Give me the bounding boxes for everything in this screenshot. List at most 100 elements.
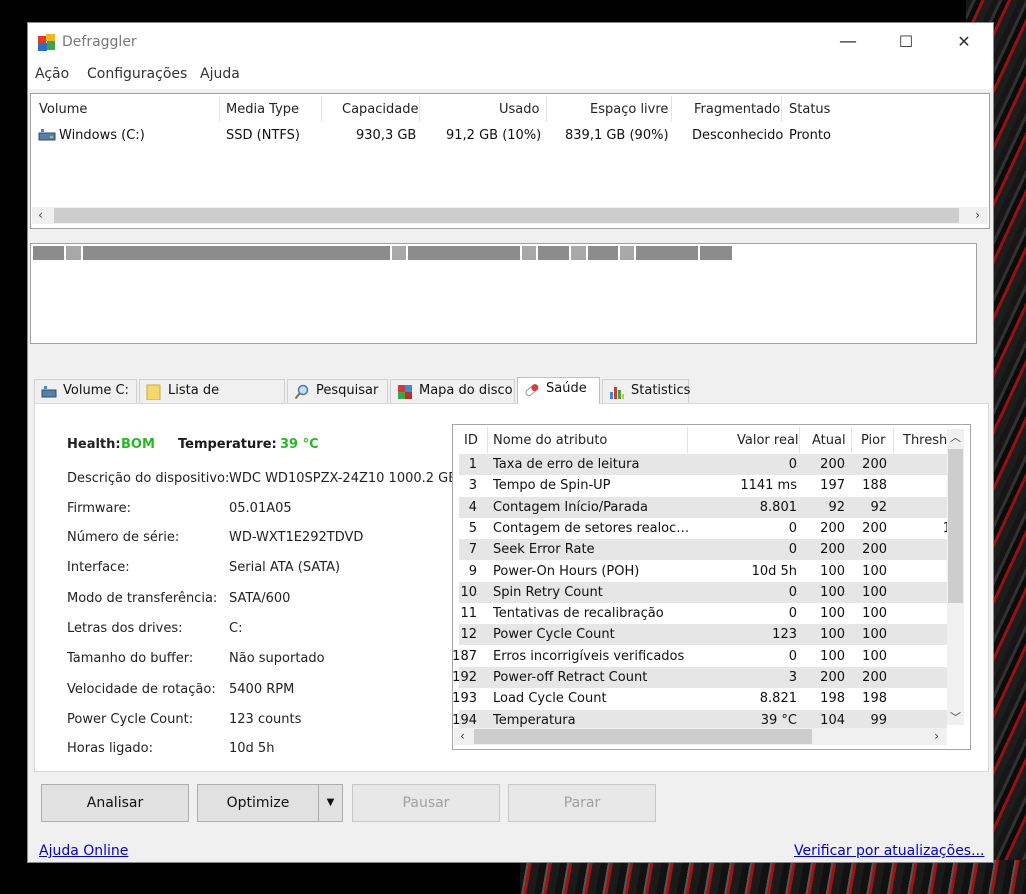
smart-row[interactable]: 1 Taxa de erro de leitura 0 200 200 bbox=[459, 454, 947, 475]
smart-id: 192 bbox=[452, 670, 477, 685]
scroll-up-icon[interactable]: ︿ bbox=[947, 429, 964, 445]
smart-id: 9 bbox=[468, 563, 477, 579]
check-updates-link[interactable]: Verificar por atualizações... bbox=[794, 843, 984, 859]
smart-raw-value: 0 bbox=[788, 520, 797, 536]
smart-id: 11 bbox=[460, 606, 477, 622]
field-label: Firmware: bbox=[67, 501, 131, 516]
field-label: Letras dos drives: bbox=[67, 621, 183, 636]
smart-raw-value: 123 bbox=[772, 627, 797, 643]
smart-id: 194 bbox=[452, 712, 477, 728]
smart-current: 200 bbox=[820, 457, 845, 472]
smart-attribute-name: Power Cycle Count bbox=[493, 627, 615, 643]
magnifier-icon bbox=[294, 384, 309, 400]
smart-raw-value: 8.801 bbox=[759, 499, 797, 515]
smart-row[interactable]: 187 Erros incorrigíveis verificados 0 100 10… bbox=[453, 646, 947, 667]
scroll-left-icon[interactable]: ‹ bbox=[454, 728, 471, 745]
drives-list: Volume Media Type Capacidade Usado Espaç… bbox=[30, 93, 990, 229]
smart-id: 5 bbox=[468, 520, 477, 536]
menu-ajuda[interactable]: Ajuda bbox=[200, 66, 240, 82]
col-attribute-name[interactable]: Nome do atributo bbox=[493, 433, 607, 448]
scrollbar-thumb[interactable] bbox=[948, 449, 963, 603]
smart-attribute-name: Contagem de setores realoc… bbox=[493, 520, 690, 536]
smart-row[interactable]: 193 Load Cycle Count 8.821 198 198 bbox=[453, 688, 947, 709]
stop-button[interactable]: Parar bbox=[508, 784, 656, 822]
smart-raw-value: 3 bbox=[788, 670, 797, 685]
scroll-down-icon[interactable]: ﹀ bbox=[947, 709, 964, 725]
pause-button[interactable]: Pausar bbox=[352, 784, 500, 822]
smart-id: 10 bbox=[460, 584, 477, 600]
drive-status: Pronto bbox=[789, 128, 831, 143]
col-raw-value[interactable]: Valor real bbox=[737, 433, 799, 448]
smart-current: 104 bbox=[820, 712, 845, 728]
field-label: Horas ligado: bbox=[67, 741, 153, 756]
rotation-speed-value: 5400 RPM bbox=[229, 682, 295, 697]
smart-raw-value: 0 bbox=[788, 606, 797, 622]
smart-worst: 100 bbox=[862, 563, 887, 579]
close-button[interactable]: ✕ bbox=[935, 23, 993, 61]
analyze-button[interactable]: Analisar bbox=[41, 784, 189, 822]
smart-row[interactable]: 12 Power Cycle Count 123 100 100 bbox=[459, 624, 947, 646]
menu-acao[interactable]: Ação bbox=[35, 66, 69, 82]
tab-disk-map[interactable]: Mapa do disco bbox=[390, 379, 515, 403]
smart-row[interactable]: 10 Spin Retry Count 0 100 100 bbox=[459, 581, 947, 603]
smart-row[interactable]: 5 Contagem de setores realoc… 0 200 200 1 bbox=[459, 518, 951, 539]
smart-vertical-scrollbar[interactable]: ︿ ﹀ bbox=[947, 429, 964, 725]
tab-file-list[interactable]: Lista de arquivo(s) bbox=[139, 379, 285, 420]
smart-id: 1 bbox=[468, 457, 477, 472]
smart-raw-value: 0 bbox=[788, 457, 797, 472]
smart-row[interactable]: 4 Contagem Início/Parada 8.801 92 92 bbox=[459, 496, 947, 518]
field-label: Número de série: bbox=[67, 530, 180, 545]
tab-health[interactable]: Saúde bbox=[517, 377, 600, 404]
field-label: Power Cycle Count: bbox=[67, 712, 194, 727]
device-description: WDC WD10SPZX-24Z10 1000.2 GB bbox=[229, 471, 458, 486]
minimize-button[interactable]: — bbox=[819, 23, 877, 61]
scroll-left-icon[interactable]: ‹ bbox=[32, 207, 49, 224]
smart-current: 198 bbox=[820, 691, 845, 707]
scroll-right-icon[interactable]: › bbox=[969, 207, 986, 224]
smart-attribute-name: Load Cycle Count bbox=[493, 691, 607, 707]
smart-current: 100 bbox=[820, 648, 845, 664]
tab-search[interactable]: Pesquisar bbox=[287, 379, 388, 403]
online-help-link[interactable]: Ajuda Online bbox=[39, 843, 128, 859]
tab-label: Statistics bbox=[631, 383, 691, 398]
field-label: Tamanho do buffer: bbox=[67, 651, 194, 666]
optimize-dropdown-button[interactable]: ▼ bbox=[318, 784, 343, 822]
defraggler-logo-icon bbox=[38, 34, 55, 51]
smart-row[interactable]: 7 Seek Error Rate 0 200 200 bbox=[459, 539, 947, 561]
col-threshold[interactable]: Thresh bbox=[903, 433, 947, 448]
bar-chart-icon bbox=[610, 387, 624, 399]
smart-row[interactable]: 11 Tentativas de recalibração 0 100 100 bbox=[459, 603, 947, 624]
smart-row[interactable]: 192 Power-off Retract Count 3 200 200 bbox=[453, 667, 947, 688]
optimize-button[interactable]: Optimize bbox=[197, 784, 319, 822]
col-current[interactable]: Atual bbox=[812, 433, 846, 448]
scrollbar-thumb[interactable] bbox=[474, 729, 812, 744]
menu-configuracoes[interactable]: Configurações bbox=[87, 66, 187, 82]
scrollbar-thumb[interactable] bbox=[54, 208, 959, 223]
drive-free-space: 839,1 GB (90%) bbox=[565, 128, 669, 143]
drives-horizontal-scrollbar[interactable]: ‹ › bbox=[32, 207, 988, 224]
tab-volume[interactable]: Volume C: bbox=[34, 379, 137, 403]
drive-row[interactable]: Windows (C:) SSD (NTFS) 930,3 GB 91,2 GB… bbox=[31, 94, 989, 150]
tab-label: Pesquisar bbox=[316, 383, 379, 398]
tab-statistics[interactable]: Statistics bbox=[602, 379, 691, 403]
smart-raw-value: 1141 ms bbox=[740, 478, 797, 494]
smart-horizontal-scrollbar[interactable]: ‹ › bbox=[454, 728, 947, 745]
menu-bar: Ação Configurações Ajuda bbox=[28, 61, 993, 89]
smart-row[interactable]: 3 Tempo de Spin-UP 1141 ms 197 188 bbox=[459, 475, 947, 496]
hard-drive-icon bbox=[38, 129, 56, 141]
smart-id: 187 bbox=[452, 648, 477, 664]
transfer-mode-value: SATA/600 bbox=[229, 591, 291, 606]
smart-row[interactable]: 9 Power-On Hours (POH) 10d 5h 100 100 bbox=[459, 561, 947, 582]
col-worst[interactable]: Pior bbox=[861, 433, 885, 448]
scroll-right-icon[interactable]: › bbox=[928, 728, 945, 745]
col-id[interactable]: ID bbox=[464, 433, 478, 448]
disk-map[interactable] bbox=[30, 243, 977, 344]
drive-capacity: 930,3 GB bbox=[356, 128, 417, 143]
smart-raw-value: 0 bbox=[788, 542, 797, 558]
smart-current: 100 bbox=[820, 563, 845, 579]
tab-label: Mapa do disco bbox=[419, 383, 513, 398]
power-cycle-value: 123 counts bbox=[229, 712, 302, 727]
maximize-button[interactable]: ☐ bbox=[877, 23, 935, 61]
smart-raw-value: 0 bbox=[788, 584, 797, 600]
smart-attribute-name: Contagem Início/Parada bbox=[493, 499, 648, 515]
